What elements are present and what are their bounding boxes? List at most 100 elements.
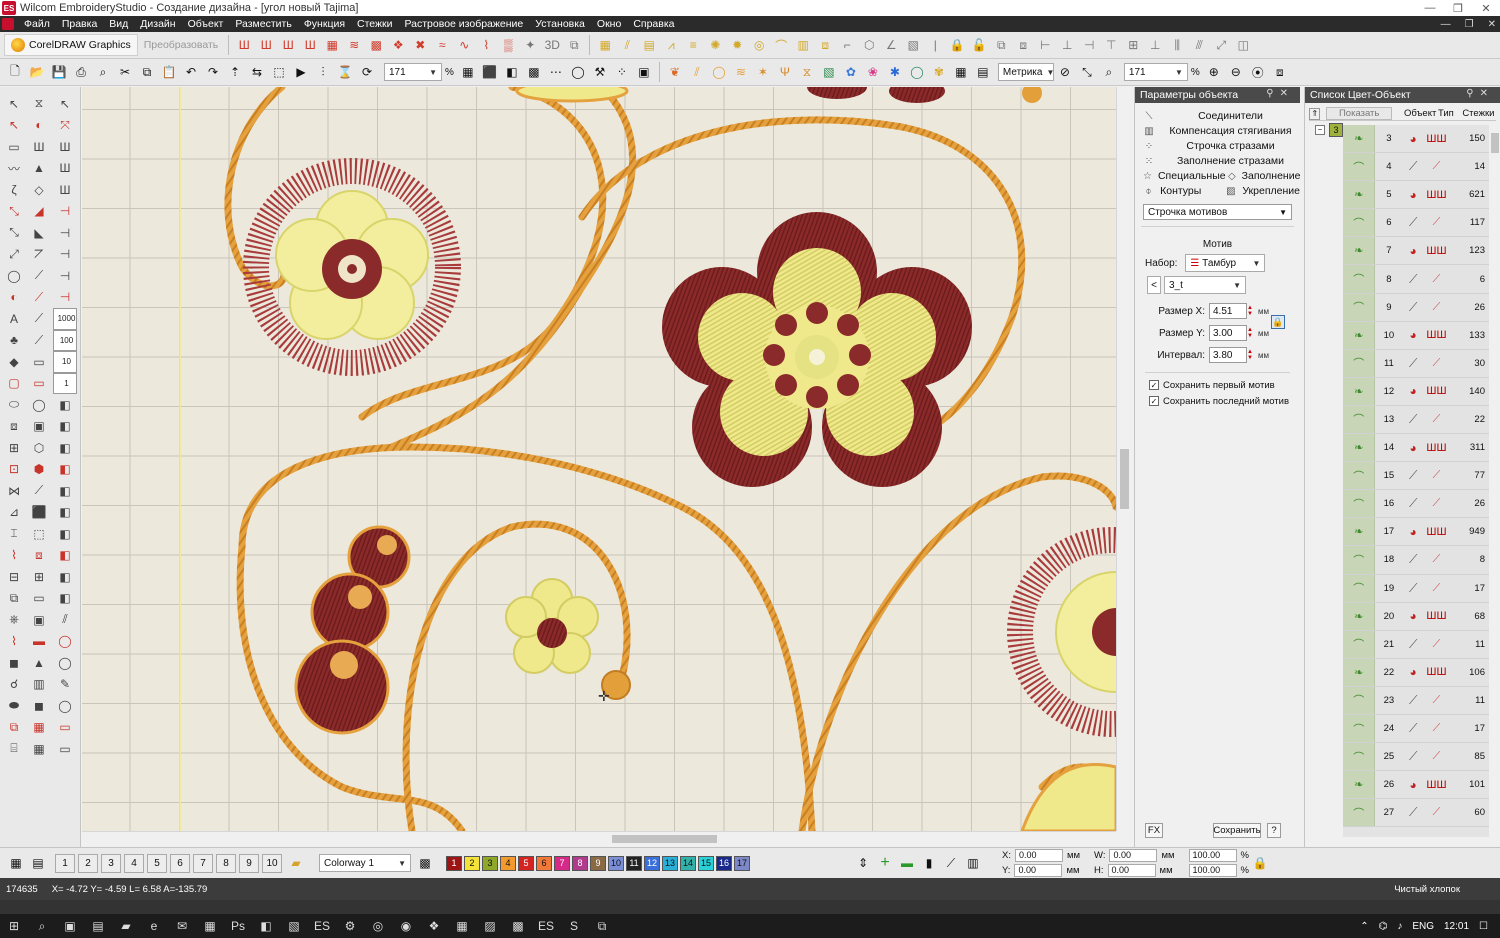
help-button[interactable]: ? [1267, 823, 1281, 838]
tool-1-29-icon[interactable]: ▦ [27, 717, 51, 739]
color-swatch-14[interactable]: 14 [680, 855, 696, 871]
tool-1-30-icon[interactable]: ▦ [27, 738, 51, 760]
tool-1-8-icon[interactable]: ⟋ [27, 265, 51, 287]
fill-icon[interactable]: ▤ [639, 35, 659, 55]
zoom-combo[interactable]: 171 ▼ [384, 63, 442, 81]
canvas-vertical-scrollbar[interactable] [1116, 87, 1132, 831]
tool-1-6-icon[interactable]: ◣ [27, 222, 51, 244]
transform-button[interactable]: Преобразовать [138, 39, 225, 51]
menu-bitmap[interactable]: Растровое изображение [399, 18, 530, 30]
tool-0-13-icon[interactable]: ▢ [2, 373, 26, 395]
tool-2-26-icon[interactable]: ◯ [53, 652, 77, 674]
tool-2-20-icon[interactable]: ◧ [53, 523, 77, 545]
hoop-fit-icon[interactable]: ◫ [1233, 35, 1253, 55]
align-bottom-icon[interactable]: ⊥ [1145, 35, 1165, 55]
tool-0-11-icon[interactable]: ♣ [2, 330, 26, 352]
spray-icon[interactable]: ✾ [929, 62, 949, 82]
tool-0-24-icon[interactable]: ⎈ [2, 609, 26, 631]
tatami-icon[interactable]: Ш [278, 35, 298, 55]
tool-0-12-icon[interactable]: ◆ [2, 351, 26, 373]
stipple-icon[interactable]: ▦ [322, 35, 342, 55]
align-middle-icon[interactable]: ⊞ [1123, 35, 1143, 55]
fabric-type[interactable]: Чистый хлопок [1394, 884, 1460, 895]
align-right-icon[interactable]: ⊣ [1079, 35, 1099, 55]
hook-icon[interactable]: ⌐ [837, 35, 857, 55]
stitch-type-dropdown[interactable]: Строчка мотивов ▼ [1143, 204, 1292, 220]
app-icon-10[interactable]: ⧉ [588, 914, 616, 938]
show-design-icon[interactable]: ⬛ [480, 62, 500, 82]
tool-0-25-icon[interactable]: ⌇ [2, 631, 26, 653]
tool-2-23-icon[interactable]: ◧ [53, 588, 77, 610]
tool-0-9-icon[interactable]: ◐ [2, 287, 26, 309]
spiral-icon[interactable]: ◎ [749, 35, 769, 55]
tool-1-9-icon[interactable]: ⟋ [27, 287, 51, 309]
color-object-row[interactable]: ❧ 26 ◕ ШШ 101 [1343, 771, 1489, 800]
color-object-row[interactable]: ⌒ 6 ⟋ ⟋ 117 [1343, 209, 1489, 238]
wilcom-icon-2[interactable]: ES [532, 914, 560, 938]
app-icon-1[interactable]: ▤ [84, 914, 112, 938]
tool-2-0-icon[interactable]: ↖ [53, 93, 77, 115]
undo-icon[interactable]: ↶ [181, 62, 201, 82]
curve-icon[interactable]: ⌒ [771, 35, 791, 55]
radial-icon[interactable]: ✺ [705, 35, 725, 55]
gradient-icon[interactable]: ▥ [793, 35, 813, 55]
tool-1-18-icon[interactable]: ⟋ [27, 480, 51, 502]
app-icon-6[interactable]: ◉ [392, 914, 420, 938]
tool-1-25-icon[interactable]: ▬ [27, 631, 51, 653]
separator-icon[interactable]: | [925, 35, 945, 55]
zoom-window-icon[interactable]: ⌕ [1099, 62, 1119, 82]
tool-2-29-icon[interactable]: ▭ [53, 717, 77, 739]
show-colors-icon[interactable]: ▩ [524, 62, 544, 82]
chrome-icon[interactable]: ◎ [364, 914, 392, 938]
h-input[interactable]: 0.00 [1107, 864, 1156, 877]
cross-stitch-icon[interactable]: ✖ [410, 35, 430, 55]
wave-icon[interactable]: ≋ [344, 35, 364, 55]
calendar-icon[interactable]: ▦ [448, 914, 476, 938]
offset-icon[interactable]: ⧈ [815, 35, 835, 55]
color-swatch-9[interactable]: 9 [590, 855, 606, 871]
color-swatch-15[interactable]: 15 [698, 855, 714, 871]
align-top-icon[interactable]: ⊤ [1101, 35, 1121, 55]
rotate-icon[interactable]: ⟳ [357, 62, 377, 82]
app-icon-7[interactable]: ❖ [420, 914, 448, 938]
app-icon-9[interactable]: ▩ [504, 914, 532, 938]
tool-2-3-icon[interactable]: Ш [53, 158, 77, 180]
color-group-badge[interactable]: 3 [1329, 123, 1343, 137]
colors-icon[interactable]: ✿ [841, 62, 861, 82]
zoom-box-icon[interactable]: ⧈ [1270, 62, 1290, 82]
scale-w-input[interactable]: 100.00 [1188, 849, 1237, 862]
notifications-icon[interactable]: ☐ [1479, 921, 1488, 932]
tray-volume-icon[interactable]: ♪ [1397, 921, 1402, 932]
show-grid-icon[interactable]: ▦ [458, 62, 478, 82]
stitch-player-icon[interactable]: ▶ [291, 62, 311, 82]
app-icon-5[interactable]: ⚙ [336, 914, 364, 938]
sculpture-icon[interactable]: ▒ [498, 35, 518, 55]
color-object-row[interactable]: ⌒ 24 ⟋ ⟋ 17 [1343, 714, 1489, 744]
color-swatch-13[interactable]: 13 [662, 855, 678, 871]
color-swatch-3[interactable]: 3 [482, 855, 498, 871]
search-icon[interactable]: ⌕ [28, 914, 56, 938]
menu-window[interactable]: Окно [591, 18, 627, 30]
print-preview-icon[interactable]: ⌕ [93, 62, 113, 82]
hoop-tab-5[interactable]: 5 [147, 853, 167, 873]
tool-1-27-icon[interactable]: ▥ [27, 674, 51, 696]
remove-color-icon[interactable]: ▬ [897, 853, 917, 873]
bitmap-icon[interactable]: ▣ [634, 62, 654, 82]
tray-network-icon[interactable]: ⌬ [1379, 921, 1388, 932]
tools-icon[interactable]: ⚒ [590, 62, 610, 82]
tab-rhinestone-run[interactable]: ⁘ Строчка стразами [1135, 138, 1300, 153]
show-button[interactable]: Показать [1326, 107, 1392, 120]
tool-2-27-icon[interactable]: ✎ [53, 674, 77, 696]
menu-edit[interactable]: Правка [56, 18, 103, 30]
keep-first-motif-checkbox[interactable]: ✓ Сохранить первый мотив [1135, 377, 1300, 393]
color-object-row[interactable]: ❧ 20 ◕ ШШ 68 [1343, 602, 1489, 631]
doc-close-icon[interactable]: ✕ [1488, 19, 1496, 30]
tab-special[interactable]: Специальные [1158, 170, 1226, 182]
tool-0-7-icon[interactable]: ⤢ [2, 244, 26, 266]
zoom-actual-icon[interactable]: ⦿ [1248, 62, 1268, 82]
tool-1-24-icon[interactable]: ▣ [27, 609, 51, 631]
stripes-icon[interactable]: ⫽ [687, 62, 707, 82]
color-swatch-4[interactable]: 4 [500, 855, 516, 871]
wilcom-icon[interactable]: ES [308, 914, 336, 938]
color-swatch-5[interactable]: 5 [518, 855, 534, 871]
